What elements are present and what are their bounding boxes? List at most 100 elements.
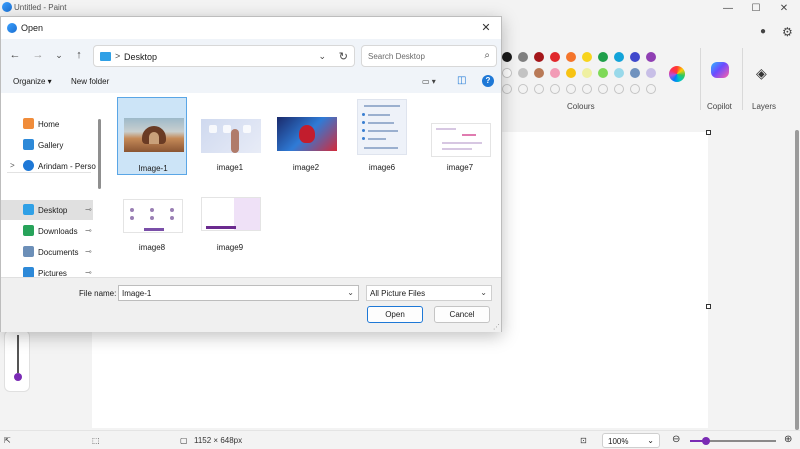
edit-colours-icon[interactable] — [669, 66, 685, 82]
vertical-scrollbar[interactable] — [795, 130, 799, 430]
file-item-image-1[interactable]: Image-1 — [117, 97, 187, 175]
custom-colour-slot[interactable] — [502, 84, 512, 94]
file-thumbnail — [277, 117, 337, 151]
breadcrumb-separator: > — [115, 51, 121, 61]
file-name-combobox[interactable]: ⌄ — [118, 285, 359, 301]
colour-swatch[interactable] — [630, 68, 640, 78]
brush-size-slider[interactable] — [4, 330, 30, 392]
resize-grip-icon[interactable]: ⋰ — [493, 323, 500, 331]
nav-item-documents[interactable]: Documents ⊸ — [1, 242, 93, 262]
size-thumb[interactable] — [14, 373, 22, 381]
recent-locations-icon[interactable]: ⌄ — [51, 48, 67, 62]
organize-button[interactable]: Organize ▾ — [13, 77, 52, 86]
file-item-image8[interactable]: image8 — [117, 181, 187, 259]
layers-icon[interactable]: ◈ — [756, 65, 767, 82]
colour-swatch[interactable] — [534, 68, 544, 78]
file-type-select[interactable]: All Picture Files ⌄ — [366, 285, 492, 301]
pin-icon[interactable]: ⊸ — [85, 247, 92, 256]
thumbnail-avatar — [130, 216, 134, 220]
nav-item-onedrive[interactable]: > Arindam - Perso — [1, 156, 96, 176]
size-track — [17, 335, 19, 373]
resize-handle[interactable] — [706, 304, 711, 309]
search-input[interactable] — [368, 50, 474, 63]
colour-swatch[interactable] — [582, 68, 592, 78]
colour-swatch[interactable] — [646, 52, 656, 62]
expand-chevron-icon[interactable]: > — [10, 161, 15, 170]
thumbnail-avatar — [170, 208, 174, 212]
new-folder-button[interactable]: New folder — [71, 77, 109, 86]
canvas-size-text: 1152 × 648px — [194, 436, 243, 445]
colour-swatch[interactable] — [550, 52, 560, 62]
cancel-button[interactable]: Cancel — [434, 306, 490, 323]
forward-arrow-icon[interactable]: → — [30, 48, 46, 62]
nav-item-pictures[interactable]: Pictures ⊸ — [1, 263, 93, 277]
colour-swatch[interactable] — [582, 52, 592, 62]
account-icon[interactable]: ● — [760, 26, 766, 37]
custom-colour-slot[interactable] — [614, 84, 624, 94]
preview-pane-icon[interactable]: ◫ — [457, 75, 466, 86]
colour-swatch[interactable] — [502, 52, 512, 62]
colour-swatch[interactable] — [630, 52, 640, 62]
colour-swatch[interactable] — [502, 68, 512, 78]
refresh-icon[interactable]: ↻ — [339, 50, 348, 63]
custom-colour-slot[interactable] — [518, 84, 528, 94]
custom-colour-slot[interactable] — [550, 84, 560, 94]
colour-swatch[interactable] — [646, 68, 656, 78]
settings-gear-icon[interactable]: ⚙ — [782, 25, 793, 39]
colour-swatch[interactable] — [614, 68, 624, 78]
resize-handle[interactable] — [706, 130, 711, 135]
file-item-image2[interactable]: image2 — [271, 97, 341, 175]
file-item-image9[interactable]: image9 — [195, 181, 265, 259]
colour-swatch[interactable] — [534, 52, 544, 62]
help-icon[interactable]: ? — [482, 75, 494, 87]
custom-colour-slot[interactable] — [630, 84, 640, 94]
colour-swatch[interactable] — [518, 52, 528, 62]
pin-icon[interactable]: ⊸ — [85, 226, 92, 235]
colour-swatch[interactable] — [598, 68, 608, 78]
custom-colour-slot[interactable] — [534, 84, 544, 94]
up-arrow-icon[interactable]: ↑ — [71, 48, 87, 62]
custom-colour-slot[interactable] — [566, 84, 576, 94]
nav-item-gallery[interactable]: Gallery — [1, 135, 93, 155]
nav-item-downloads[interactable]: Downloads ⊸ — [1, 221, 93, 241]
file-item-image7[interactable]: image7 — [425, 97, 495, 175]
colour-swatch[interactable] — [598, 52, 608, 62]
breadcrumb-desktop[interactable]: Desktop — [124, 52, 157, 62]
colour-swatch[interactable] — [566, 52, 576, 62]
nav-item-home[interactable]: Home — [1, 114, 93, 134]
colour-swatch[interactable] — [566, 68, 576, 78]
pin-icon[interactable]: ⊸ — [85, 268, 92, 277]
zoom-in-icon[interactable]: ⊕ — [784, 434, 792, 445]
open-button[interactable]: Open — [367, 306, 423, 323]
file-item-image6[interactable]: image6 — [347, 97, 417, 175]
nav-pane-scrollbar[interactable] — [98, 119, 101, 189]
file-name: image2 — [292, 163, 320, 172]
back-arrow-icon[interactable]: ← — [7, 48, 23, 62]
file-item-image1[interactable]: image1 — [195, 97, 265, 175]
colour-swatch[interactable] — [518, 68, 528, 78]
close-icon[interactable]: ✕ — [477, 20, 495, 36]
chevron-down-icon[interactable]: ⌄ — [318, 51, 326, 62]
zoom-slider[interactable] — [690, 437, 776, 445]
custom-colour-slot[interactable] — [646, 84, 656, 94]
fit-to-window-icon[interactable]: ⊡ — [580, 436, 587, 445]
copilot-icon[interactable] — [711, 62, 729, 78]
zoom-out-icon[interactable]: ⊖ — [672, 434, 680, 445]
close-button[interactable]: ✕ — [768, 0, 800, 16]
address-bar[interactable]: > Desktop ⌄ ↻ — [93, 45, 355, 67]
custom-colour-slot[interactable] — [582, 84, 592, 94]
nav-item-desktop[interactable]: Desktop ⊸ — [1, 200, 93, 220]
file-name-input[interactable] — [122, 288, 342, 299]
zoom-slider-thumb[interactable] — [702, 437, 710, 445]
custom-colour-slot[interactable] — [598, 84, 608, 94]
chevron-down-icon[interactable]: ⌄ — [347, 288, 354, 297]
colour-swatch[interactable] — [614, 52, 624, 62]
copilot-group-label: Copilot — [707, 102, 732, 111]
zoom-level-select[interactable]: 100% ⌄ — [602, 433, 660, 448]
change-view-icon[interactable]: ▭ ▾ — [422, 77, 436, 86]
thumbnail-avatar — [150, 208, 154, 212]
thumbnail-line — [442, 148, 472, 150]
colour-swatch[interactable] — [550, 68, 560, 78]
search-box[interactable]: ⌕ — [361, 45, 497, 67]
pin-icon[interactable]: ⊸ — [85, 205, 92, 214]
